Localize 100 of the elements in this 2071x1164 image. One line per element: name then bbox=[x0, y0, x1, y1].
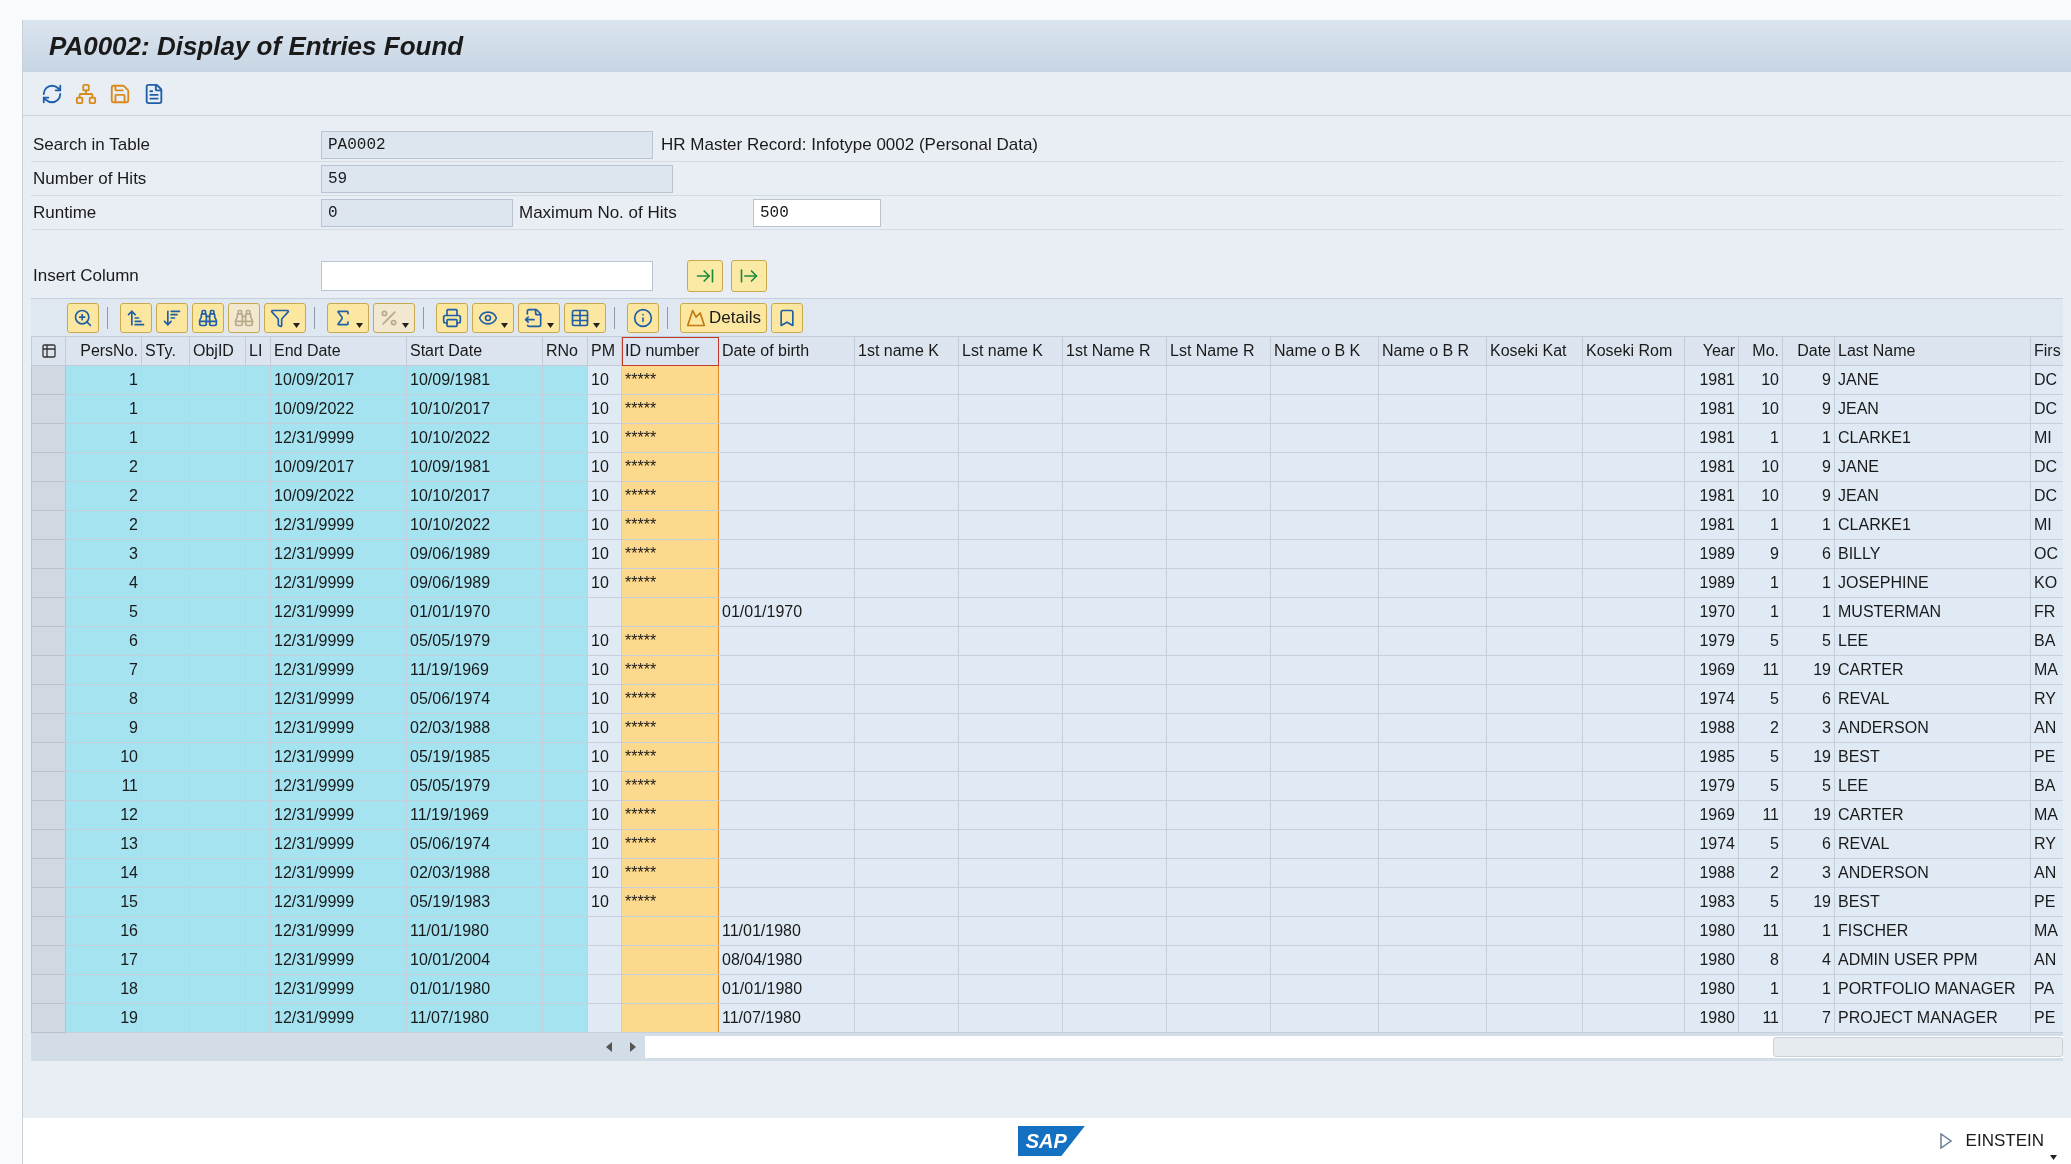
row-selector[interactable] bbox=[31, 597, 66, 627]
column-header[interactable]: Koseki Rom bbox=[1582, 336, 1685, 366]
column-header[interactable]: Lst name K bbox=[958, 336, 1063, 366]
document-icon[interactable] bbox=[143, 82, 165, 105]
table-cell: ANDERSON bbox=[1838, 864, 1929, 881]
row-selector[interactable] bbox=[31, 800, 66, 830]
toolbar-button[interactable] bbox=[192, 302, 224, 333]
table-cell: DC bbox=[2034, 458, 2058, 475]
column-header[interactable]: ObjID bbox=[189, 336, 246, 366]
toolbar-button[interactable] bbox=[264, 302, 306, 333]
row-selector[interactable] bbox=[31, 742, 66, 772]
printer-icon bbox=[442, 307, 462, 328]
row-selector[interactable] bbox=[31, 423, 66, 453]
table-cell: DC bbox=[2034, 400, 2058, 417]
row-selector[interactable] bbox=[31, 626, 66, 656]
table-cell: ***** bbox=[625, 400, 657, 417]
details-button[interactable]: Details bbox=[680, 302, 767, 333]
column-header[interactable]: Mo. bbox=[1738, 336, 1783, 366]
table-name-field[interactable]: PA0002 bbox=[321, 130, 653, 159]
row-selector[interactable] bbox=[31, 771, 66, 801]
row-selector[interactable] bbox=[31, 452, 66, 482]
table-cell: 11 bbox=[1762, 1009, 1779, 1026]
column-header[interactable]: Date of birth bbox=[718, 336, 855, 366]
table-cell: 2 bbox=[1770, 719, 1779, 736]
column-header[interactable]: 1st Name R bbox=[1062, 336, 1167, 366]
row-selector[interactable] bbox=[31, 655, 66, 685]
table-cell: 10 bbox=[591, 835, 609, 852]
row-selector[interactable] bbox=[31, 713, 66, 743]
toolbar-button[interactable] bbox=[472, 302, 514, 333]
row-selector[interactable] bbox=[31, 394, 66, 424]
layout-icon[interactable] bbox=[40, 343, 57, 359]
column-header[interactable]: Date bbox=[1782, 336, 1835, 366]
refresh-icon[interactable] bbox=[41, 82, 63, 105]
column-header[interactable]: Year bbox=[1684, 336, 1739, 366]
toolbar-button[interactable] bbox=[770, 302, 803, 333]
table-cell: 05/19/1983 bbox=[410, 893, 491, 910]
table-cell: 5 bbox=[1770, 748, 1779, 765]
table-cell: 1969 bbox=[1699, 806, 1735, 823]
column-header[interactable]: Last Name bbox=[1834, 336, 2031, 366]
toolbar-button[interactable] bbox=[327, 302, 369, 333]
table-cell: 1 bbox=[1822, 516, 1831, 533]
toolbar-button[interactable] bbox=[518, 302, 560, 333]
row-selector[interactable] bbox=[31, 1003, 66, 1033]
column-header[interactable]: RNo bbox=[542, 336, 588, 366]
toolbar-button[interactable] bbox=[436, 302, 468, 333]
row-selector[interactable] bbox=[31, 858, 66, 888]
column-header[interactable]: End Date bbox=[270, 336, 407, 366]
table-cell: 11/19/1969 bbox=[410, 661, 489, 678]
table-cell: AN bbox=[2034, 951, 2057, 968]
table-cell: PORTFOLIO MANAGER bbox=[1838, 980, 2016, 997]
insert-column-field[interactable] bbox=[321, 261, 653, 291]
row-selector[interactable] bbox=[31, 481, 66, 511]
hierarchy-icon[interactable] bbox=[75, 82, 97, 105]
toolbar-button[interactable] bbox=[67, 302, 99, 333]
toolbar-button[interactable] bbox=[627, 302, 659, 333]
row-selector[interactable] bbox=[31, 916, 66, 946]
column-header[interactable]: 1st name K bbox=[854, 336, 959, 366]
row-selector[interactable] bbox=[31, 887, 66, 917]
table-cell: 1 bbox=[1770, 429, 1779, 446]
binoculars-icon bbox=[198, 307, 218, 328]
column-header[interactable]: STy. bbox=[141, 336, 190, 366]
table-cell: 5 bbox=[1770, 835, 1779, 852]
row-selector[interactable] bbox=[31, 974, 66, 1004]
toolbar-button[interactable] bbox=[120, 302, 152, 333]
hits-field[interactable]: 59 bbox=[321, 164, 673, 193]
table-cell: 1983 bbox=[1699, 893, 1735, 910]
save-icon[interactable] bbox=[109, 82, 131, 105]
window-title: PA0002: Display of Entries Found bbox=[49, 29, 464, 63]
insert-right-button[interactable] bbox=[731, 260, 767, 292]
runtime-field[interactable]: 0 bbox=[321, 198, 513, 227]
column-header[interactable]: Start Date bbox=[406, 336, 543, 366]
insert-left-button[interactable] bbox=[687, 260, 723, 292]
row-selector[interactable] bbox=[31, 684, 66, 714]
column-header[interactable]: LI bbox=[245, 336, 271, 366]
table-cell: 1969 bbox=[1699, 661, 1735, 678]
scroll-thumb[interactable] bbox=[1773, 1037, 2063, 1057]
table-cell: DC bbox=[2034, 371, 2058, 388]
row-selector[interactable] bbox=[31, 510, 66, 540]
play-icon[interactable] bbox=[1939, 1133, 1952, 1149]
column-header[interactable]: ID number bbox=[621, 336, 719, 366]
row-selector[interactable] bbox=[31, 829, 66, 859]
row-selector[interactable] bbox=[31, 539, 66, 569]
table-cell: 1985 bbox=[1699, 748, 1735, 765]
column-header[interactable]: Koseki Kat bbox=[1486, 336, 1583, 366]
table-cell: 12/31/9999 bbox=[274, 719, 355, 736]
row-selector[interactable] bbox=[31, 945, 66, 975]
table-cell: 19 bbox=[1813, 661, 1831, 678]
table-cell: 5 bbox=[1770, 777, 1779, 794]
column-header[interactable]: Name o B R bbox=[1378, 336, 1487, 366]
max-hits-field[interactable]: 500 bbox=[753, 198, 881, 227]
column-header[interactable]: PM bbox=[587, 336, 622, 366]
table-cell: 17 bbox=[120, 951, 138, 968]
toolbar-button[interactable] bbox=[156, 302, 188, 333]
column-header[interactable]: Lst Name R bbox=[1166, 336, 1271, 366]
row-selector[interactable] bbox=[31, 365, 66, 395]
toolbar-button[interactable] bbox=[564, 302, 606, 333]
column-header[interactable]: Firs bbox=[2030, 336, 2063, 366]
row-selector[interactable] bbox=[31, 568, 66, 598]
column-header[interactable]: PersNo. bbox=[65, 336, 142, 366]
column-header[interactable]: Name o B K bbox=[1270, 336, 1379, 366]
